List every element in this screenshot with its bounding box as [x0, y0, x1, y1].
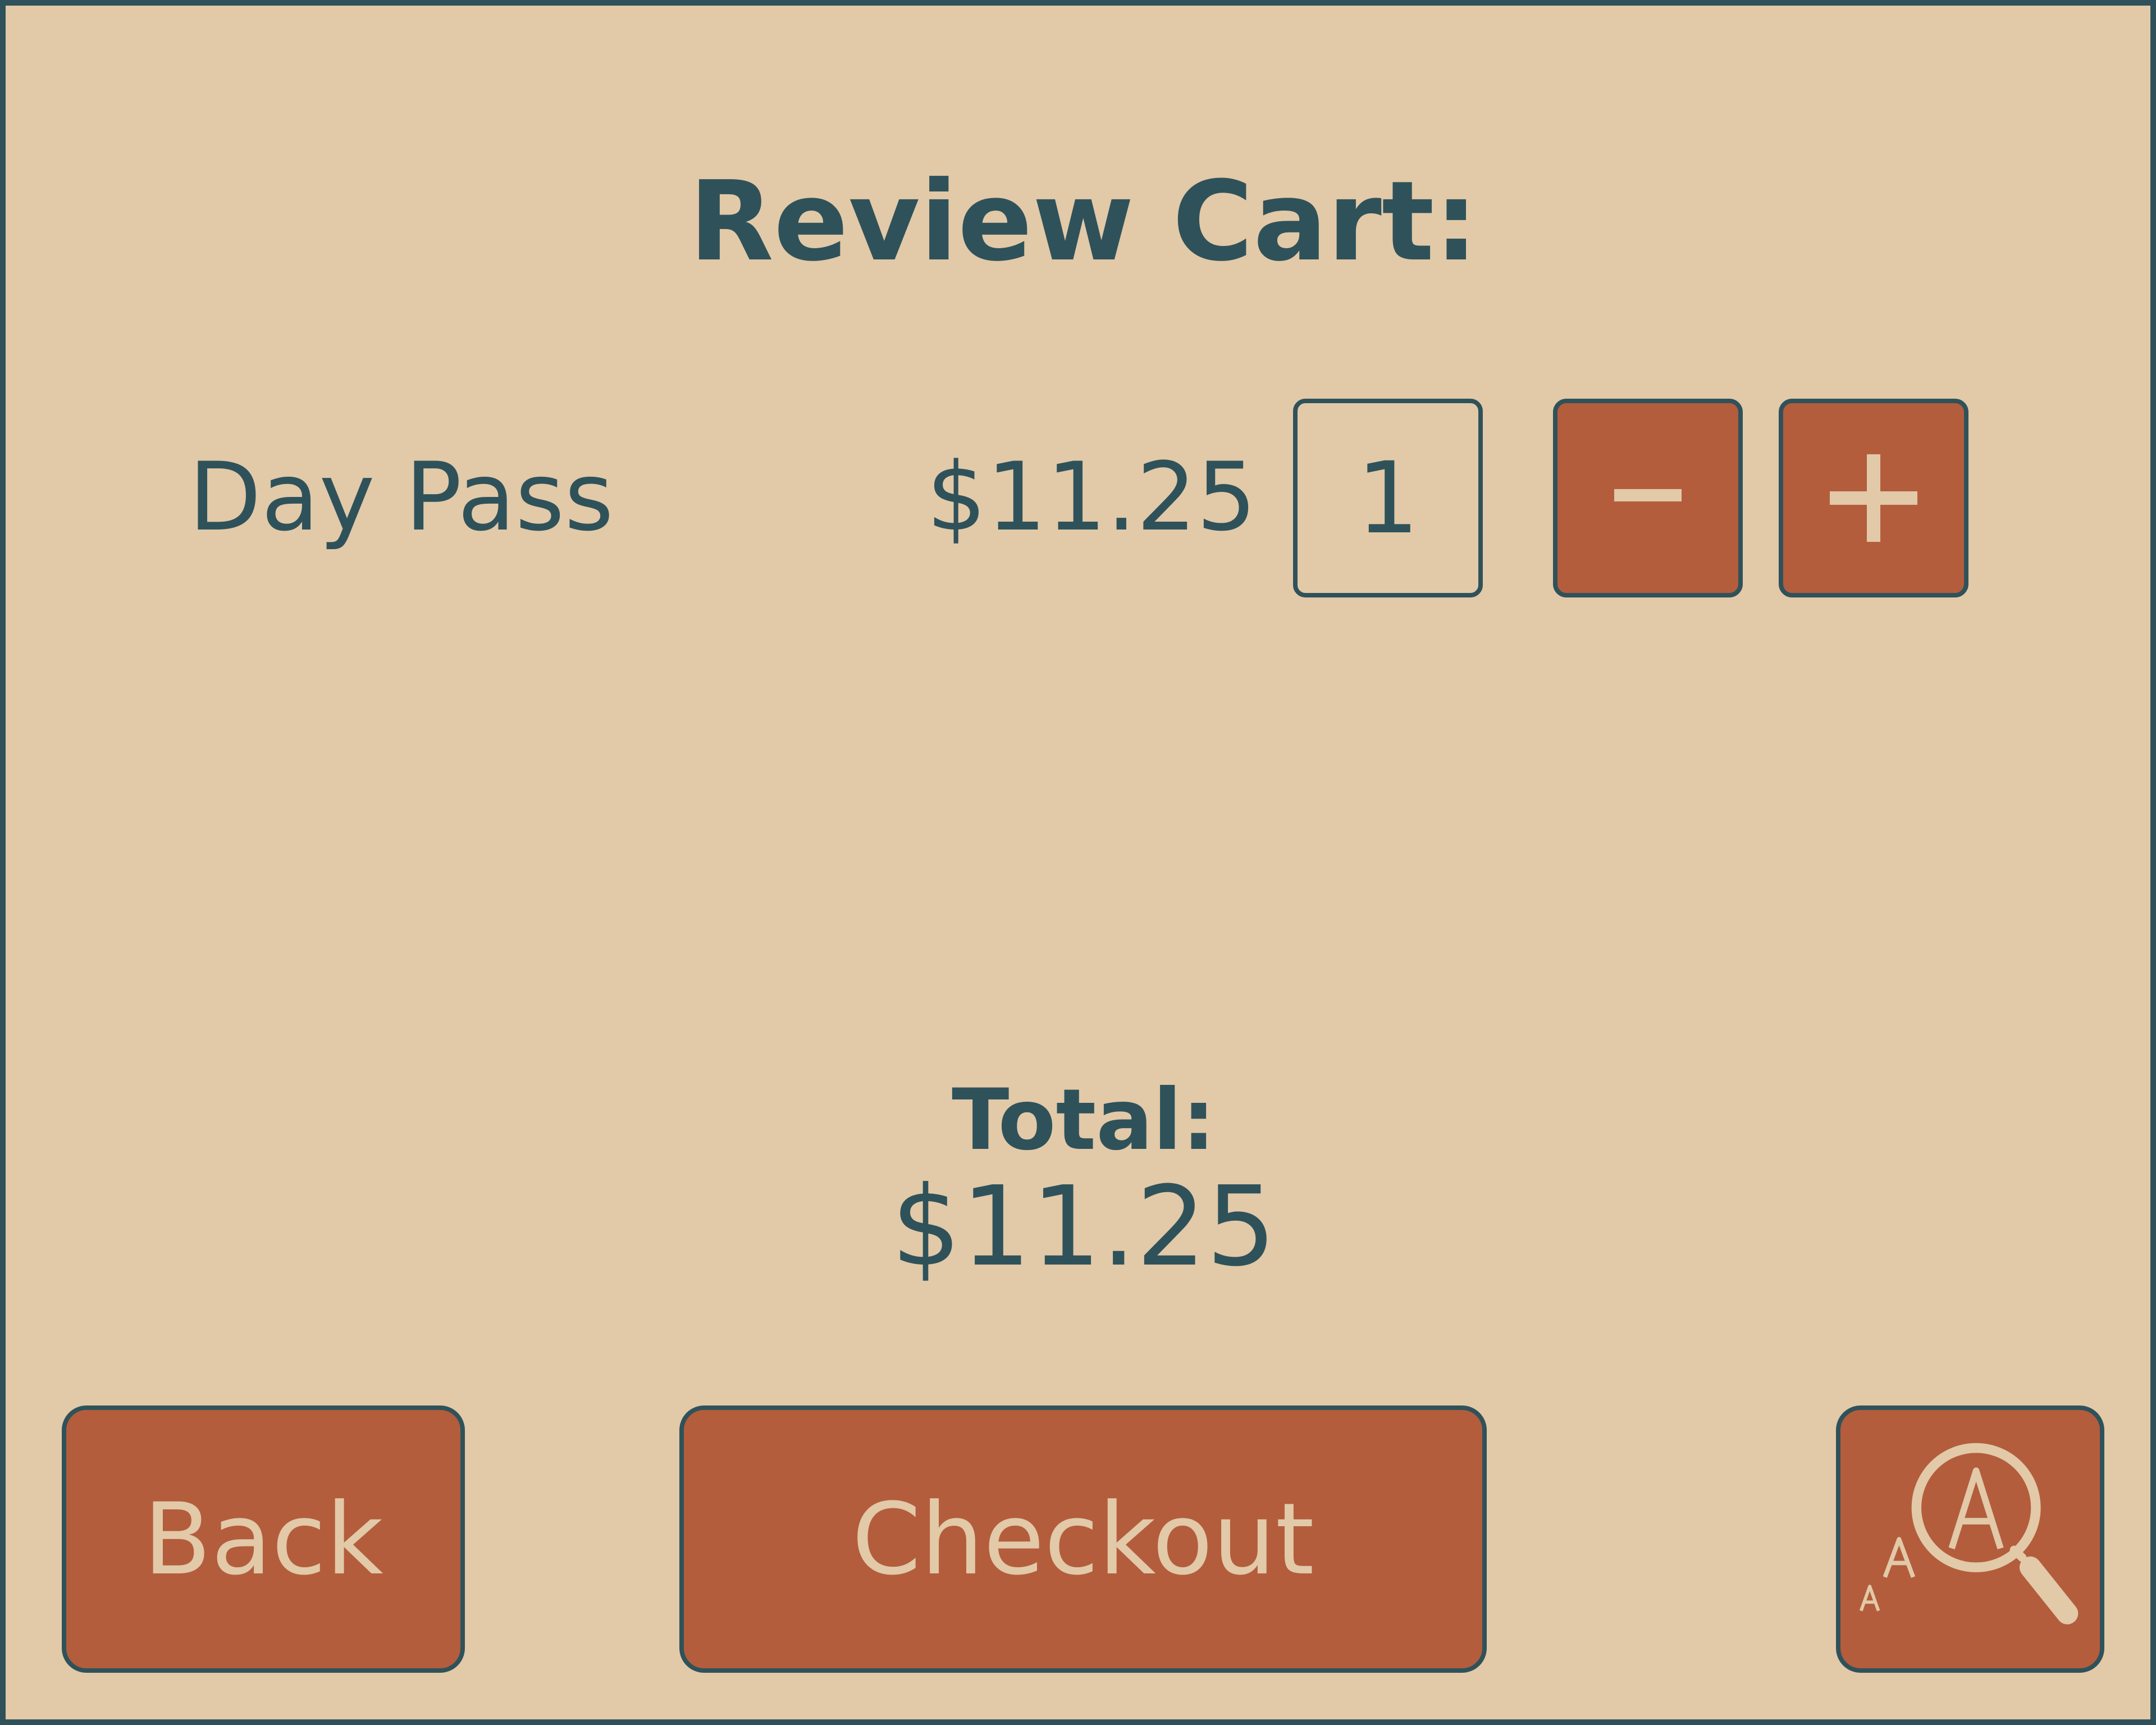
review-cart-screen: Review Cart: Day Pass $11.25 1 Total: $1… [0, 0, 2156, 1725]
back-button[interactable]: Back [62, 1405, 465, 1673]
increase-quantity-button[interactable] [1779, 399, 1968, 597]
quantity-display: 1 [1293, 399, 1483, 597]
text-size-button[interactable] [1836, 1405, 2104, 1673]
total-value: $11.25 [891, 1163, 1276, 1291]
cart-item-name: Day Pass [189, 442, 614, 552]
cart-item-price: $11.25 [926, 442, 1257, 552]
decrease-quantity-button[interactable] [1553, 399, 1743, 597]
minus-icon [1614, 489, 1682, 501]
total-label: Total: [952, 1071, 1216, 1169]
page-title: Review Cart: [689, 158, 1478, 286]
text-size-magnifier-icon [1859, 1443, 2079, 1624]
plus-icon [1830, 454, 1917, 542]
checkout-button[interactable]: Checkout [679, 1405, 1487, 1673]
